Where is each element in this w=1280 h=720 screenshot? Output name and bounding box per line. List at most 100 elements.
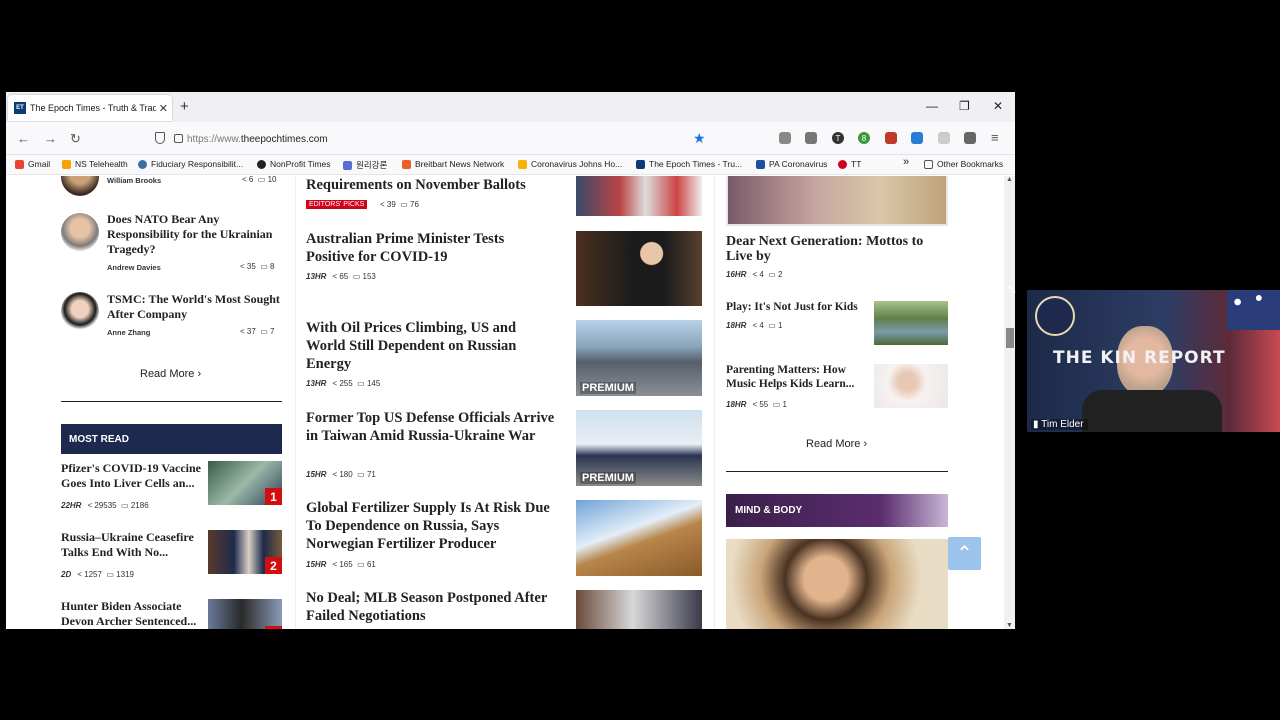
article-thumbnail[interactable] — [874, 364, 948, 408]
premium-label: PREMIUM — [580, 382, 636, 394]
article-thumbnail[interactable] — [576, 500, 702, 576]
extension-t-icon[interactable]: T — [832, 132, 844, 144]
article-title[interactable]: TSMC: The World's Most Sought After Comp… — [107, 292, 287, 322]
close-tab-icon[interactable]: ✕ — [159, 102, 168, 115]
comment-count: 1 — [782, 400, 787, 409]
reader-icon[interactable] — [805, 132, 817, 144]
article-thumbnail[interactable] — [874, 301, 948, 345]
bookmark-item[interactable]: TT — [838, 159, 861, 169]
article-meta: 18HR < 4 ▭ 1 — [726, 321, 783, 330]
feature-image[interactable] — [726, 176, 948, 226]
comment-count: 1319 — [116, 570, 134, 579]
shield-icon[interactable] — [155, 132, 165, 144]
extension-blue-icon[interactable] — [911, 132, 923, 144]
share-count: 4 — [759, 270, 764, 279]
reload-icon[interactable]: ↻ — [70, 131, 81, 147]
article-thumbnail[interactable]: 2 — [208, 530, 282, 574]
most-read-title[interactable]: Pfizer's COVID-19 Vaccine Goes Into Live… — [61, 461, 206, 491]
author-avatar[interactable] — [61, 292, 99, 330]
back-to-top-button[interactable]: ⌃ — [948, 537, 981, 570]
rank-badge: 2 — [265, 557, 282, 574]
column-divider — [714, 176, 715, 629]
most-read-title[interactable]: Hunter Biden Associate Devon Archer Sent… — [61, 599, 206, 629]
more-bookmarks-icon[interactable]: » — [903, 156, 909, 168]
url-text[interactable]: https://www.theepochtimes.com — [187, 134, 328, 145]
bookmark-item[interactable]: Fiduciary Responsibilit... — [138, 159, 243, 169]
column-divider — [295, 176, 296, 629]
article-meta: 15HR < 165 ▭ 61 — [306, 560, 376, 569]
epoch-times-icon — [636, 159, 645, 169]
new-tab-icon[interactable]: + — [180, 98, 189, 115]
article-meta: 13HR < 255 ▭ 145 — [306, 379, 381, 388]
restore-icon[interactable]: ❐ — [959, 99, 970, 113]
url-bar[interactable]: https://www.theepochtimes.com — [149, 126, 719, 152]
article-thumbnail[interactable]: 3 — [208, 599, 282, 629]
close-window-icon[interactable]: ✕ — [993, 99, 1003, 113]
article-title[interactable]: Global Fertilizer Supply Is At Risk Due … — [306, 499, 556, 553]
article-title[interactable]: Requirements on November Ballots — [306, 176, 566, 194]
article-title[interactable]: Australian Prime Minister Tests Positive… — [306, 230, 556, 266]
lock-icon[interactable] — [174, 134, 183, 143]
pocket-icon[interactable] — [779, 132, 791, 144]
scrollbar-thumb[interactable] — [1006, 328, 1014, 348]
editors-picks-badge[interactable]: EDITORS' PICKS — [306, 200, 368, 209]
web-page: William Brooks < 6 ▭ 10 Does NATO Bear A… — [6, 176, 1004, 629]
wordpress-icon — [138, 159, 147, 169]
menu-icon[interactable]: ≡ — [991, 130, 999, 145]
scroll-down-icon[interactable]: ▼ — [1006, 622, 1013, 629]
most-read-title[interactable]: Russia–Ukraine Ceasefire Talks End With … — [61, 530, 206, 560]
feature-image[interactable] — [726, 539, 948, 629]
bookmark-item[interactable]: NS Telehealth — [62, 159, 128, 169]
article-time: 13HR — [306, 272, 327, 281]
article-thumbnail[interactable] — [576, 590, 702, 629]
article-meta: 2D < 1257 ▭ 1319 — [61, 570, 134, 579]
article-thumbnail[interactable] — [576, 231, 702, 306]
minimize-icon[interactable]: — — [926, 99, 938, 113]
article-thumbnail[interactable]: PREMIUM — [576, 320, 702, 396]
feature-title[interactable]: Dear Next Generation: Mottos to Live by — [726, 234, 951, 264]
chevron-right-icon: › — [863, 438, 868, 450]
no-entry-icon — [838, 159, 847, 169]
article-title[interactable]: No Deal; MLB Season Postponed After Fail… — [306, 589, 556, 625]
divider — [726, 471, 948, 472]
crest-logo-icon — [1035, 296, 1075, 336]
extension-green-icon[interactable]: 8 — [858, 132, 870, 144]
tab-epoch-times[interactable]: ET The Epoch Times - Truth & Trad ✕ — [8, 95, 172, 121]
article-title[interactable]: Former Top US Defense Officials Arrive i… — [306, 409, 556, 445]
other-bookmarks[interactable]: Other Bookmarks — [924, 159, 1003, 169]
bookmark-item[interactable]: 원리강론 — [343, 159, 387, 171]
author-avatar[interactable] — [61, 213, 99, 251]
author-avatar[interactable] — [61, 176, 99, 196]
extension-pen-icon[interactable] — [964, 132, 976, 144]
author-name[interactable]: William Brooks — [107, 176, 161, 185]
author-name[interactable]: Anne Zhang — [107, 328, 150, 337]
most-read-header[interactable]: MOST READ — [61, 424, 282, 454]
bookmark-star-icon[interactable]: ★ — [693, 130, 706, 147]
bookmark-item[interactable]: Gmail — [15, 159, 50, 169]
mind-body-header[interactable]: MIND & BODY — [726, 494, 948, 527]
article-title[interactable]: Parenting Matters: How Music Helps Kids … — [726, 363, 871, 391]
read-more-link[interactable]: Read More › — [806, 438, 867, 450]
forward-icon[interactable]: → — [44, 131, 57, 146]
article-thumbnail[interactable]: 1 — [208, 461, 282, 505]
bookmark-label: NonProfit Times — [270, 159, 331, 169]
page-scrollbar[interactable]: ▲ ▼ — [1004, 176, 1015, 629]
bookmark-item[interactable]: PA Coronavirus — [756, 159, 827, 169]
back-icon[interactable]: ← — [17, 131, 30, 146]
bookmark-item[interactable]: NonProfit Times — [257, 159, 330, 169]
bookmark-item[interactable]: The Epoch Times - Tru... — [636, 159, 742, 169]
scroll-up-icon[interactable]: ▲ — [1006, 176, 1013, 183]
article-title[interactable]: Play: It's Not Just for Kids — [726, 300, 871, 314]
article-title[interactable]: With Oil Prices Climbing, US and World S… — [306, 319, 556, 373]
article-time: 16HR — [726, 270, 747, 279]
bookmark-item[interactable]: Breitbart News Network — [402, 159, 504, 169]
bookmark-item[interactable]: Coronavirus Johns Ho... — [518, 159, 622, 169]
extension-gray-icon[interactable] — [938, 132, 950, 144]
author-name[interactable]: Andrew Davies — [107, 263, 161, 272]
extension-red-icon[interactable] — [885, 132, 897, 144]
article-thumbnail[interactable]: PREMIUM — [576, 410, 702, 486]
read-more-link[interactable]: Read More › — [140, 368, 201, 380]
flag-icon — [1227, 290, 1280, 330]
article-thumbnail[interactable] — [576, 176, 702, 216]
article-title[interactable]: Does NATO Bear Any Responsibility for th… — [107, 212, 287, 257]
